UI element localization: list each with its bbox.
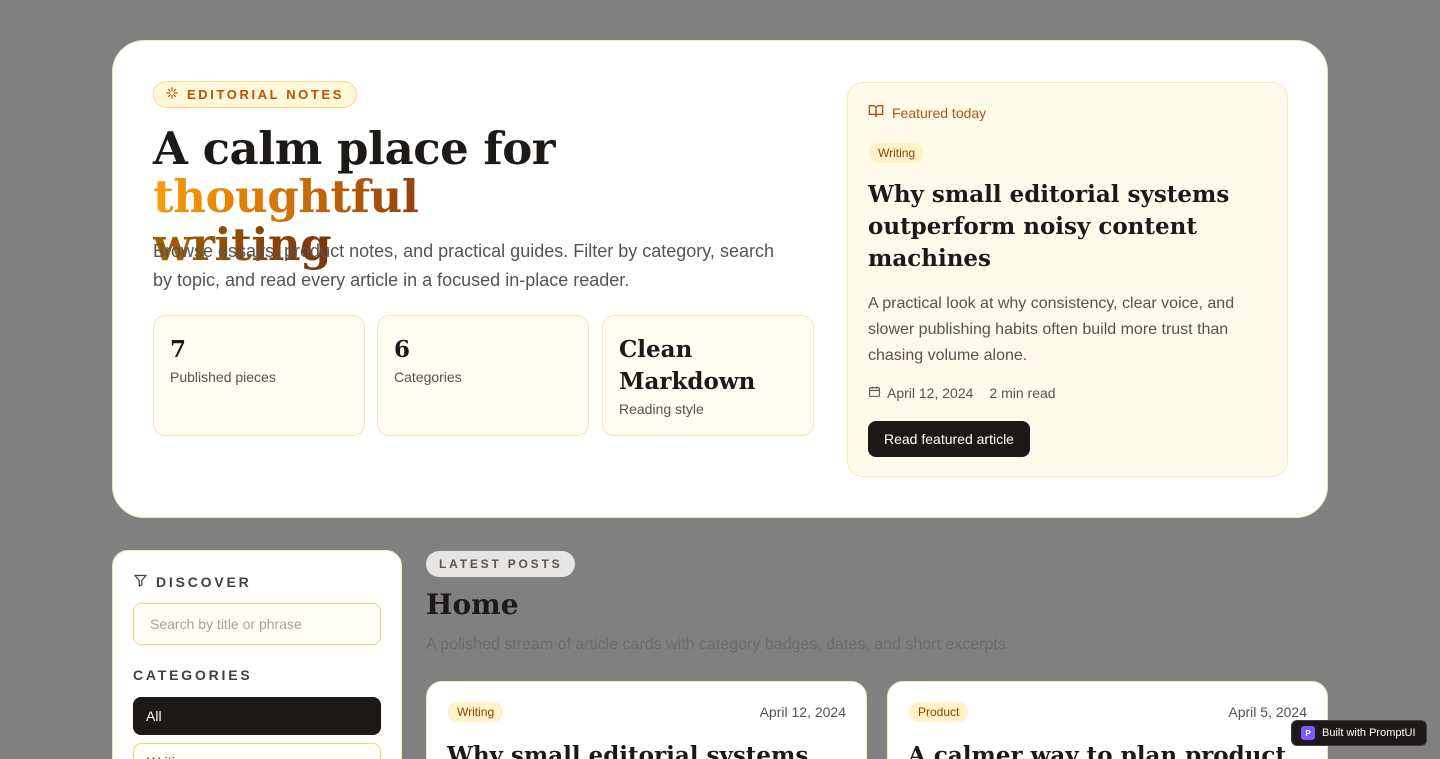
category-badge: Writing xyxy=(869,143,925,163)
categories-heading: CATEGORIES xyxy=(133,667,253,683)
category-writing[interactable]: Writing xyxy=(133,743,381,759)
editorial-notes-badge: EDITORIAL NOTES xyxy=(153,81,357,108)
article-title[interactable]: A calmer way to plan product xyxy=(908,740,1308,759)
featured-meta: April 12, 2024 2 min read xyxy=(868,385,1056,401)
article-date: April 12, 2024 xyxy=(759,704,846,720)
title-accent: thoughtful xyxy=(153,170,419,223)
article-date: April 5, 2024 xyxy=(1228,704,1307,720)
discover-heading: DISCOVER xyxy=(133,573,252,591)
article-card[interactable]: Product April 5, 2024 A calmer way to pl… xyxy=(887,681,1328,759)
built-with-label: Built with PromptUI xyxy=(1322,727,1416,739)
book-open-icon xyxy=(868,103,884,122)
hero-description: Browse essays, product notes, and practi… xyxy=(153,241,774,290)
discover-label: DISCOVER xyxy=(156,574,252,590)
category-badge: Writing xyxy=(448,702,504,722)
article-card[interactable]: Writing April 12, 2024 Why small editori… xyxy=(426,681,867,759)
featured-heading-label: Featured today xyxy=(892,104,987,121)
badge-label: EDITORIAL NOTES xyxy=(187,87,344,102)
stat-value: 6 xyxy=(394,336,411,363)
read-featured-button[interactable]: Read featured article xyxy=(868,421,1030,457)
featured-title[interactable]: Why small editorial systems outperform n… xyxy=(868,179,1268,275)
featured-excerpt: A practical look at why consistency, cle… xyxy=(868,295,1235,364)
sparkles-icon xyxy=(165,86,179,103)
built-with-badge[interactable]: P Built with PromptUI xyxy=(1291,720,1427,746)
calendar-icon xyxy=(868,385,881,401)
promptui-logo-icon: P xyxy=(1301,726,1315,740)
article-title[interactable]: Why small editorial systems xyxy=(447,740,847,759)
section-description: A polished stream of article cards with … xyxy=(426,636,1011,653)
search-input[interactable] xyxy=(133,603,381,645)
stat-value: Clean Markdown xyxy=(619,336,756,395)
latest-posts-badge: LATEST POSTS xyxy=(426,551,576,577)
featured-card: Featured today Writing Why small editori… xyxy=(847,82,1288,477)
sidebar: DISCOVER CATEGORIES All Writing xyxy=(112,550,402,759)
stat-label: Published pieces xyxy=(170,369,276,385)
featured-date: April 12, 2024 xyxy=(887,385,974,401)
read-time: 2 min read xyxy=(989,385,1056,401)
hero-section: EDITORIAL NOTES A calm place for thought… xyxy=(112,40,1328,518)
featured-heading: Featured today xyxy=(868,103,986,122)
stat-label: Categories xyxy=(394,369,462,385)
title-start: A calm place for xyxy=(153,122,556,175)
filter-icon xyxy=(133,573,148,591)
stat-categories: 6 Categories xyxy=(377,315,589,436)
section-title: Home xyxy=(426,588,519,621)
category-badge: Product xyxy=(909,702,969,722)
stat-value: 7 xyxy=(170,336,187,363)
stat-published: 7 Published pieces xyxy=(153,315,365,436)
stat-reading-style: Clean Markdown Reading style xyxy=(602,315,814,436)
stat-label: Reading style xyxy=(619,401,704,417)
category-all[interactable]: All xyxy=(133,697,381,735)
